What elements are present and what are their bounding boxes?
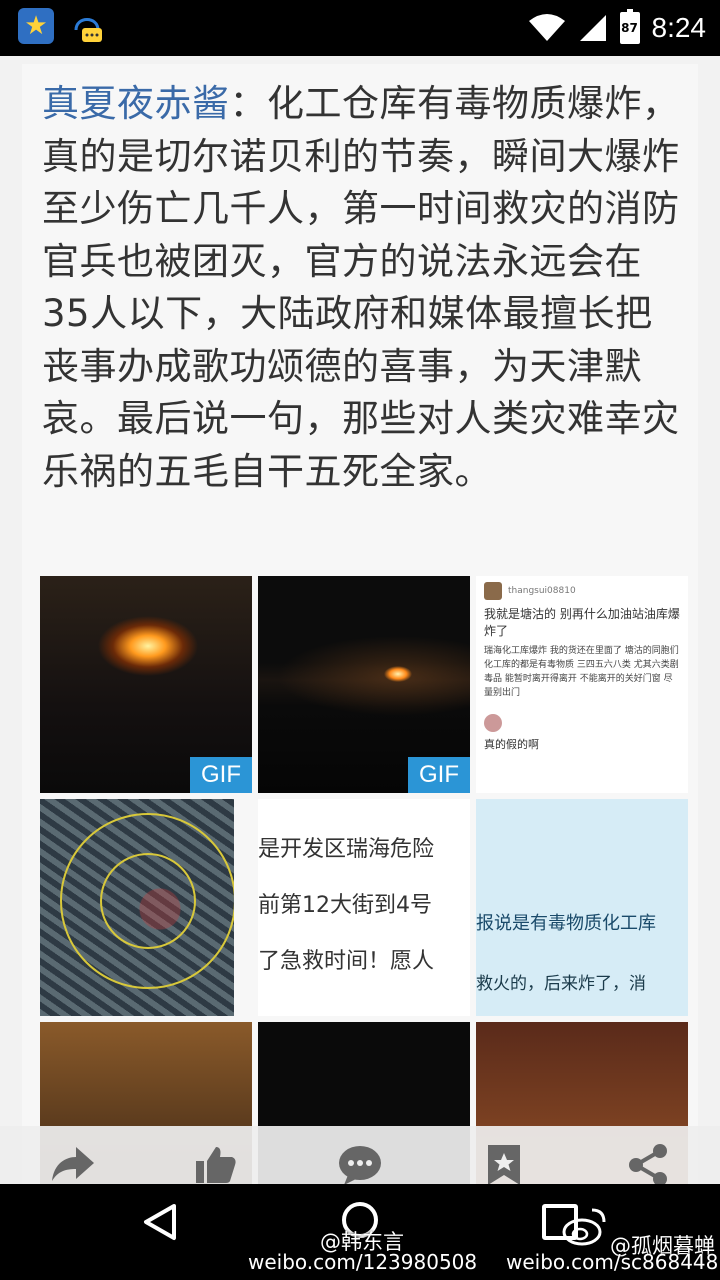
battery-icon: 87	[619, 9, 640, 44]
repost-button[interactable]: 转发	[0, 1126, 144, 1184]
like-button[interactable]: 赞	[144, 1126, 288, 1184]
avatar	[484, 714, 502, 732]
wifi-icon	[528, 14, 565, 41]
action-bar: 转发 赞 评论 收藏 分享	[0, 1126, 720, 1184]
gif-badge: GIF	[190, 757, 252, 793]
blast-radius-ring	[100, 853, 196, 949]
post-card[interactable]: 真夏夜赤酱：化工仓库有毒物质爆炸，真的是切尔诺贝利的节奏，瞬间大爆炸至少伤亡几千…	[22, 64, 698, 1184]
gif-badge: GIF	[408, 757, 470, 793]
back-icon[interactable]	[140, 1202, 180, 1242]
post-text: 真夏夜赤酱：化工仓库有毒物质爆炸，真的是切尔诺贝利的节奏，瞬间大爆炸至少伤亡几千…	[42, 78, 682, 498]
watermark-url-2: weibo.com/sc868448	[506, 1250, 719, 1274]
image-chat-screenshot[interactable]: thangsui08810 我就是塘沽的 别再什么加油站油库爆炸了 瑞海化工库爆…	[476, 576, 688, 793]
status-bar: ★ 87 8:24	[0, 0, 720, 56]
repost-icon	[52, 1146, 94, 1181]
thumbs-up-icon	[196, 1146, 236, 1183]
bookmark-icon	[488, 1144, 520, 1184]
share-button[interactable]: 分享	[576, 1126, 720, 1184]
image-news-text-2[interactable]: 报说是有毒物质化工库 救火的，后来炸了，消	[476, 799, 688, 1016]
weibo-feed[interactable]: 真夏夜赤酱：化工仓库有毒物质爆炸，真的是切尔诺贝利的节奏，瞬间大爆炸至少伤亡几千…	[0, 56, 720, 1184]
comment-icon	[339, 1145, 381, 1184]
clock: 8:24	[651, 12, 707, 43]
image-explosion-gif-1[interactable]: GIF	[40, 576, 252, 793]
weibo-logo-icon	[562, 1208, 606, 1246]
share-icon	[629, 1143, 667, 1184]
image-satellite-map[interactable]	[40, 799, 234, 1016]
image-news-text-1[interactable]: 是开发区瑞海危险 前第12大街到4号 了急救时间！愿人	[258, 799, 470, 1016]
avatar	[484, 582, 502, 600]
author-separator: ：	[229, 82, 267, 125]
chat-bubble-icon	[74, 18, 102, 42]
post-body: 化工仓库有毒物质爆炸，真的是切尔诺贝利的节奏，瞬间大爆炸至少伤亡几千人，第一时间…	[42, 82, 680, 493]
comment-button[interactable]: 评论	[288, 1126, 432, 1184]
post-author[interactable]: 真夏夜赤酱	[42, 82, 230, 125]
watermark-url-1: weibo.com/123980508	[248, 1250, 478, 1274]
app-star-icon: ★	[18, 8, 54, 44]
favorite-button[interactable]: 收藏	[432, 1126, 576, 1184]
image-explosion-gif-2[interactable]: GIF	[258, 576, 470, 793]
signal-icon	[579, 15, 606, 41]
